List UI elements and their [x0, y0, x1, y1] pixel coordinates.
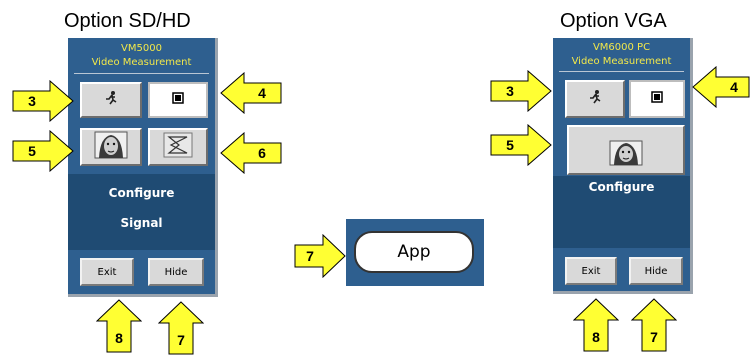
run-button[interactable] — [565, 80, 625, 118]
face-image-icon — [94, 131, 128, 164]
callout-label: 5 — [506, 137, 514, 153]
vga-panel-subtitle: Video Measurement — [571, 56, 672, 67]
callout-label: 4 — [258, 85, 266, 101]
callout-arrow-8-vga: 8 — [573, 298, 619, 352]
stop-button[interactable] — [629, 80, 685, 118]
waveform-icon — [163, 132, 193, 163]
sdhd-panel-subtitle: Video Measurement — [91, 57, 192, 68]
callout-arrow-4: 4 — [220, 72, 282, 114]
picture-button[interactable] — [567, 125, 685, 175]
menu-configure[interactable]: Configure — [68, 186, 215, 200]
divider — [559, 71, 684, 72]
vga-panel-title: VM6000 PC — [592, 42, 651, 53]
callout-label: 5 — [28, 143, 36, 159]
hide-button[interactable]: Hide — [148, 258, 204, 286]
heading-option-sdhd: Option SD/HD — [64, 10, 191, 32]
run-button[interactable] — [80, 82, 142, 118]
callout-arrow-3-vga: 3 — [490, 70, 552, 112]
callout-arrow-6: 6 — [220, 132, 282, 174]
vga-menu-area: Configure — [553, 176, 690, 248]
callout-label: 7 — [177, 332, 185, 348]
running-man-icon — [587, 89, 603, 110]
sdhd-panel-title: VM5000 — [121, 43, 162, 54]
menu-signal[interactable]: Signal — [68, 216, 215, 230]
callout-arrow-5-vga: 5 — [490, 124, 552, 166]
stop-square-icon — [651, 90, 663, 108]
waveform-button[interactable] — [148, 128, 208, 166]
callout-arrow-8: 8 — [96, 299, 142, 353]
callout-arrow-4-vga: 4 — [692, 66, 750, 108]
callout-label: 7 — [650, 329, 658, 345]
callout-arrow-7-app: 7 — [294, 234, 346, 278]
callout-label: 8 — [592, 329, 600, 345]
app-button-area: App — [346, 219, 484, 286]
callout-label: 3 — [28, 93, 36, 109]
callout-label: 8 — [115, 330, 123, 346]
callout-label: 4 — [730, 79, 738, 95]
stop-button[interactable] — [148, 82, 208, 118]
sdhd-panel: VM5000 Video Measurement Configure Signa… — [68, 38, 218, 297]
callout-label: 6 — [258, 145, 266, 161]
divider — [74, 73, 209, 74]
running-man-icon — [103, 90, 119, 111]
vga-panel: VM6000 PC Video Measurement Configure Ex… — [553, 38, 693, 294]
exit-button[interactable]: Exit — [80, 258, 134, 286]
hide-button[interactable]: Hide — [629, 257, 683, 285]
picture-button[interactable] — [80, 128, 142, 166]
exit-button[interactable]: Exit — [565, 257, 617, 285]
callout-label: 3 — [506, 83, 514, 99]
sdhd-menu-area: Configure Signal — [68, 174, 215, 250]
callout-arrow-7-hide: 7 — [158, 301, 204, 355]
heading-option-vga: Option VGA — [560, 10, 667, 32]
callout-label: 7 — [306, 248, 314, 264]
app-button[interactable]: App — [354, 231, 474, 273]
callout-arrow-7-vga: 7 — [631, 298, 677, 352]
stop-square-icon — [172, 91, 184, 109]
callout-arrow-5: 5 — [12, 130, 74, 172]
callout-arrow-3: 3 — [12, 80, 74, 122]
face-image-icon — [609, 140, 643, 171]
menu-configure[interactable]: Configure — [553, 180, 690, 194]
